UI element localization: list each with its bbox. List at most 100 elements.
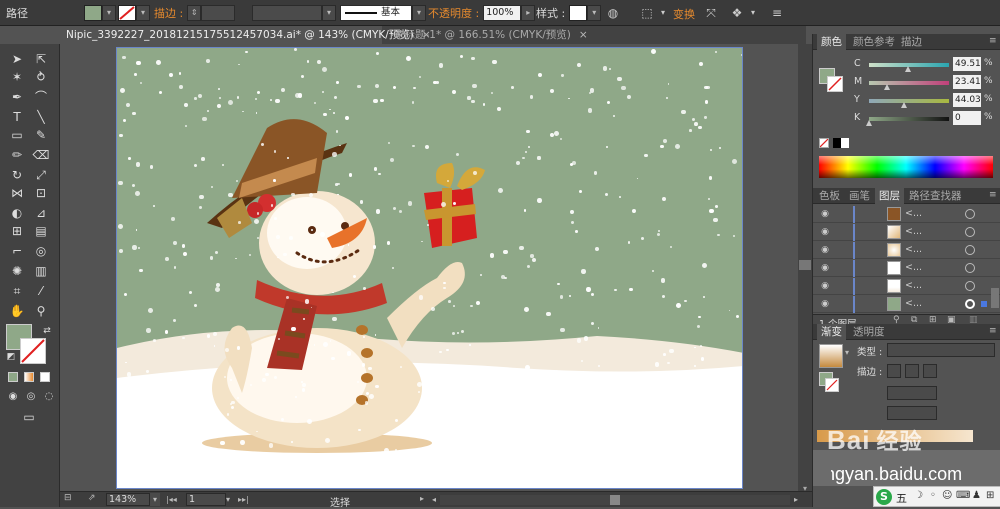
tab-layers[interactable]: 图层 xyxy=(875,188,904,204)
horizontal-scroll-thumb[interactable] xyxy=(610,495,620,505)
black-slider-track[interactable] xyxy=(869,117,949,121)
opacity-arrow-icon[interactable]: ▸ xyxy=(521,5,536,21)
free-transform-tool-icon[interactable]: ⊡ xyxy=(30,184,52,202)
black-slider-thumb[interactable] xyxy=(866,120,872,126)
layer-row[interactable]: ◉ <... xyxy=(813,260,1000,277)
arrange-dropdown-icon[interactable]: ▾ xyxy=(744,4,762,22)
default-colors-icon[interactable]: ◩ xyxy=(0,348,22,366)
moon-icon[interactable]: ☽ xyxy=(914,490,923,501)
tab-color-guide[interactable]: 颜色参考 xyxy=(849,34,899,50)
black-color-icon[interactable] xyxy=(833,138,841,148)
tab-transparency[interactable]: 透明度 xyxy=(849,324,889,340)
artboard-tool-icon[interactable]: ⌗ xyxy=(6,282,28,300)
black-value-field[interactable]: 0 xyxy=(953,111,981,125)
align-dropdown-icon[interactable]: ▾ xyxy=(654,4,672,22)
stroke-color-box[interactable] xyxy=(20,338,46,364)
gradient-type-select[interactable] xyxy=(887,343,995,357)
grid-menu-icon[interactable]: ⊞ xyxy=(986,490,994,501)
gradient-angle-field[interactable] xyxy=(887,386,937,400)
emoji-icon[interactable]: ☺ xyxy=(942,490,952,501)
scroll-left-arrow-icon[interactable]: ◂ xyxy=(432,495,440,505)
target-icon[interactable] xyxy=(965,209,975,219)
zoom-tool-icon[interactable]: ⚲ xyxy=(30,302,52,320)
stroke-none-swatch[interactable] xyxy=(118,5,136,21)
pencil-tool-icon[interactable]: ✏ xyxy=(6,146,28,164)
gradient-mode-icon[interactable] xyxy=(24,372,34,382)
brush-definition-control[interactable]: 基本 ▾ xyxy=(340,4,426,22)
user-icon[interactable]: ♟ xyxy=(972,490,981,501)
canvas-area[interactable] xyxy=(60,44,798,491)
stroke-weight-spinner-icon[interactable]: ⇕ xyxy=(187,5,202,21)
ime-logo-icon[interactable]: S xyxy=(876,489,892,505)
tab-swatches[interactable]: 色板 xyxy=(815,188,844,204)
variable-width-control[interactable]: ▾ xyxy=(252,4,336,22)
recolor-artwork-icon[interactable]: ◍ xyxy=(604,4,622,22)
variable-width-dropdown-icon[interactable]: ▾ xyxy=(322,5,336,21)
status-menu-icon[interactable]: ▸ xyxy=(420,494,428,504)
layers-scroll-thumb[interactable] xyxy=(991,288,999,308)
artboard-nav-icon[interactable]: ⊟ xyxy=(64,493,78,505)
vertical-scroll-thumb[interactable] xyxy=(799,260,811,270)
stroke-dropdown-icon[interactable]: ▾ xyxy=(136,5,150,21)
scale-tool-icon[interactable]: ⤢ xyxy=(30,166,52,184)
gradient-stroke-swatch[interactable] xyxy=(825,378,839,392)
document-tab-inactive[interactable]: 未标题-1* @ 166.51% (CMYK/预览) × xyxy=(388,26,628,44)
draw-inside-icon[interactable]: ◌ xyxy=(38,388,60,406)
eye-icon[interactable]: ◉ xyxy=(819,244,831,256)
variable-width-field[interactable] xyxy=(252,5,322,21)
zoom-level-field[interactable]: 143% xyxy=(106,493,150,506)
target-icon[interactable] xyxy=(965,227,975,237)
slice-tool-icon[interactable]: ⁄ xyxy=(30,282,52,300)
transform-link[interactable]: 变换 xyxy=(673,6,695,22)
eye-icon[interactable]: ◉ xyxy=(819,298,831,310)
horizontal-scroll-track[interactable] xyxy=(440,495,790,505)
target-icon[interactable] xyxy=(965,263,975,273)
yellow-slider-track[interactable] xyxy=(869,99,949,103)
lasso-tool-icon[interactable]: ⥁ xyxy=(30,68,52,86)
brush-dropdown-icon[interactable]: ▾ xyxy=(412,5,426,21)
magic-wand-tool-icon[interactable]: ✶ xyxy=(6,68,28,86)
hand-tool-icon[interactable]: ✋ xyxy=(6,302,28,320)
style-swatch[interactable] xyxy=(569,5,588,21)
eye-icon[interactable]: ◉ xyxy=(819,208,831,220)
gradient-aspect-field[interactable] xyxy=(887,406,937,420)
stroke-gradient-option-1[interactable] xyxy=(887,364,901,378)
paintbrush-tool-icon[interactable]: ✎ xyxy=(30,126,52,144)
gradient-preview-swatch[interactable] xyxy=(819,344,843,368)
opacity-field[interactable]: 100% xyxy=(483,5,522,21)
perspective-grid-tool-icon[interactable]: ⊿ xyxy=(30,204,52,222)
yellow-value-field[interactable]: 44.03 xyxy=(953,93,981,107)
type-tool-icon[interactable]: T xyxy=(6,108,28,126)
gradient-tool-icon[interactable]: ▤ xyxy=(30,222,52,240)
tab-gradient[interactable]: 渐变 xyxy=(817,324,846,340)
layer-row[interactable]: ◉ <... xyxy=(813,206,1000,223)
column-graph-tool-icon[interactable]: ▥ xyxy=(30,262,52,280)
zoom-dropdown-icon[interactable]: ▾ xyxy=(150,493,160,506)
ime-mode[interactable]: 五 xyxy=(896,490,907,506)
keyboard-icon[interactable]: ⌨ xyxy=(956,490,970,501)
eye-icon[interactable]: ◉ xyxy=(819,262,831,274)
none-mode-icon[interactable] xyxy=(40,372,50,382)
document-tab-active[interactable]: Nipic_3392227_20181215175512457034.ai* @… xyxy=(60,26,431,44)
white-color-icon[interactable] xyxy=(841,138,849,148)
layer-row[interactable]: ◉ <... xyxy=(813,278,1000,295)
panel-menu-icon[interactable]: ≡ xyxy=(768,4,786,22)
width-tool-icon[interactable]: ⋈ xyxy=(6,184,28,202)
eye-icon[interactable]: ◉ xyxy=(819,280,831,292)
color-mode-icon[interactable] xyxy=(8,372,18,382)
style-dropdown-icon[interactable]: ▾ xyxy=(587,5,602,21)
pen-tool-icon[interactable]: ✒ xyxy=(6,88,28,106)
artboard[interactable] xyxy=(116,47,743,489)
next-page-icon[interactable]: ▸▸| xyxy=(238,493,258,506)
share-icon[interactable]: ⇗ xyxy=(88,493,102,505)
fill-swatch[interactable] xyxy=(84,5,102,21)
vertical-scrollbar[interactable]: ▾ xyxy=(798,44,812,507)
panel-menu-icon[interactable]: ≡ xyxy=(989,36,997,46)
shape-builder-tool-icon[interactable]: ◐ xyxy=(6,204,28,222)
eyedropper-tool-icon[interactable]: ⌐ xyxy=(6,242,28,260)
eye-icon[interactable]: ◉ xyxy=(819,226,831,238)
stroke-gradient-option-3[interactable] xyxy=(923,364,937,378)
swap-fill-stroke-icon[interactable]: ⇄ xyxy=(36,322,58,340)
target-icon[interactable] xyxy=(965,299,975,309)
page-number-field[interactable]: 1 xyxy=(186,493,226,506)
